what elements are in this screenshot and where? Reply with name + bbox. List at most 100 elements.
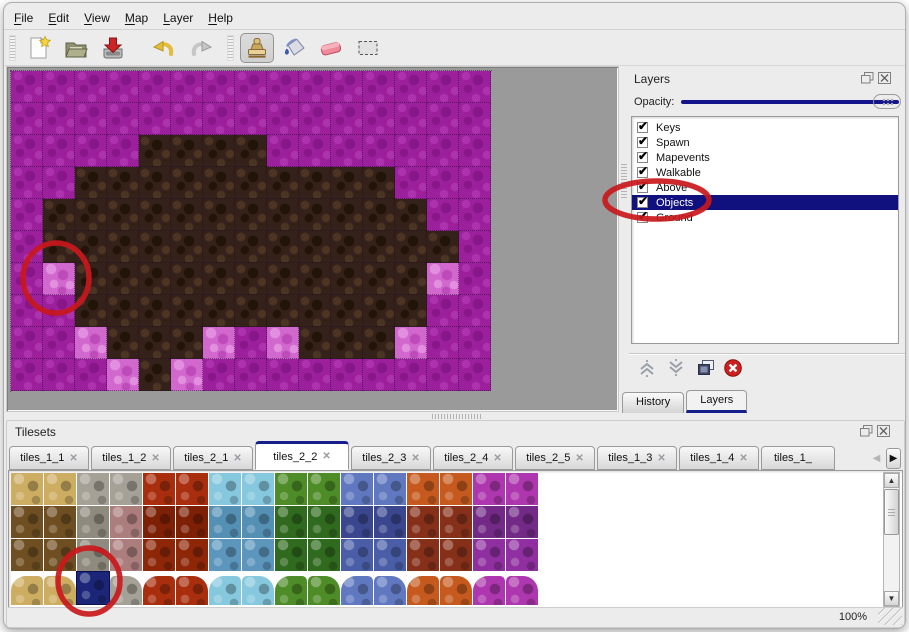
tileset-tab-tiles_2_3[interactable]: tiles_2_3✕ — [351, 446, 431, 470]
duplicate-layer-button[interactable] — [694, 358, 718, 378]
vertical-splitter[interactable] — [619, 66, 629, 412]
tileset-tile-iceblock[interactable] — [242, 506, 274, 538]
layer-visibility-checkbox[interactable]: ✔ — [637, 137, 648, 148]
tileset-tile-rock[interactable] — [77, 506, 109, 538]
close-panel-icon[interactable] — [876, 424, 890, 437]
tileset-tile-rock[interactable] — [77, 539, 109, 571]
tileset-tile-ice[interactable] — [242, 576, 274, 605]
tab-close-icon[interactable]: ✕ — [657, 453, 665, 464]
tab-close-icon[interactable]: ✕ — [322, 451, 330, 462]
tileset-tile-rose[interactable] — [110, 539, 142, 571]
tileset-tile-magenta[interactable] — [473, 473, 505, 505]
tileset-tile-darkred[interactable] — [407, 506, 439, 538]
menu-edit[interactable]: Edit — [48, 11, 69, 25]
tileset-tile-orange[interactable] — [407, 473, 439, 505]
layer-visibility-checkbox[interactable]: ✔ — [637, 212, 648, 223]
scroll-up-icon[interactable]: ▲ — [884, 473, 899, 488]
delete-layer-button[interactable] — [721, 358, 745, 378]
tileset-tile-ember[interactable] — [143, 539, 175, 571]
layer-row-spawn[interactable]: ✔Spawn — [632, 135, 898, 150]
tileset-tile-ice[interactable] — [242, 473, 274, 505]
opacity-slider-handle[interactable] — [873, 94, 901, 109]
menu-layer[interactable]: Layer — [163, 11, 193, 25]
scrollbar-thumb[interactable] — [884, 489, 899, 535]
layer-visibility-checkbox[interactable]: ✔ — [637, 152, 648, 163]
tileset-tile-sand[interactable] — [44, 576, 76, 605]
stamp-tool-button[interactable] — [240, 33, 274, 63]
tileset-tab-tiles_2_5[interactable]: tiles_2_5✕ — [515, 446, 595, 470]
scroll-down-icon[interactable]: ▼ — [884, 591, 899, 606]
tileset-tab-tiles_2_4[interactable]: tiles_2_4✕ — [433, 446, 513, 470]
layer-row-mapevents[interactable]: ✔Mapevents — [632, 150, 898, 165]
layer-visibility-checkbox[interactable]: ✔ — [637, 197, 648, 208]
layer-row-keys[interactable]: ✔Keys — [632, 120, 898, 135]
tileset-tile-crystal2[interactable] — [341, 539, 373, 571]
tab-close-icon[interactable]: ✕ — [739, 453, 747, 464]
tileset-tile-lava[interactable] — [176, 576, 208, 605]
tileset-tile-darkred[interactable] — [407, 539, 439, 571]
dock-tab-history[interactable]: History — [622, 392, 684, 413]
tileset-tile-icicle[interactable] — [209, 539, 241, 571]
tileset-tile-icicle[interactable] — [242, 539, 274, 571]
layer-visibility-checkbox[interactable]: ✔ — [637, 182, 648, 193]
undo-button[interactable] — [147, 33, 181, 63]
tileset-tile-magenta[interactable] — [506, 473, 538, 505]
tab-close-icon[interactable]: ✕ — [411, 453, 419, 464]
tileset-tile-vine[interactable] — [275, 576, 307, 605]
opacity-slider[interactable] — [681, 94, 901, 109]
tileset-tile-bark[interactable] — [11, 506, 43, 538]
float-panel-icon[interactable] — [859, 424, 873, 437]
tileset-tile-orange[interactable] — [440, 576, 472, 605]
new-map-button[interactable] — [22, 33, 56, 63]
tileset-tile-darkmagenta[interactable] — [506, 506, 538, 538]
tileset-tile-lava[interactable] — [143, 576, 175, 605]
toolbar-drag-handle[interactable] — [227, 35, 234, 61]
save-map-button[interactable] — [96, 33, 130, 63]
tileset-tab-tiles_2_2[interactable]: tiles_2_2✕ — [255, 441, 349, 470]
tileset-tile-iceblock[interactable] — [209, 506, 241, 538]
tileset-tile-ice[interactable] — [209, 473, 241, 505]
tileset-tile-darkvine[interactable] — [308, 506, 340, 538]
tileset-tile-stone[interactable] — [110, 576, 142, 605]
tileset-tile-bark[interactable] — [44, 539, 76, 571]
tileset-tab-tiles_1_4[interactable]: tiles_1_4✕ — [679, 446, 759, 470]
tileset-tile-crystal[interactable] — [341, 576, 373, 605]
tileset-tile-darkvine[interactable] — [275, 506, 307, 538]
raise-layer-button[interactable] — [635, 358, 659, 378]
tileset-scrollbar[interactable]: ▲ ▼ — [883, 472, 900, 607]
tileset-tile-crystal[interactable] — [374, 473, 406, 505]
tileset-tile-stone[interactable] — [110, 473, 142, 505]
tileset-tile-magcrystal[interactable] — [506, 539, 538, 571]
tileset-tab-tiles_2_1[interactable]: tiles_2_1✕ — [173, 446, 253, 470]
tileset-tile-darkvine[interactable] — [275, 539, 307, 571]
menu-help[interactable]: Help — [208, 11, 233, 25]
float-panel-icon[interactable] — [860, 71, 874, 84]
tileset-tile-sand[interactable] — [11, 473, 43, 505]
menu-file[interactable]: File — [14, 11, 33, 25]
tileset-tab-tiles_1_2[interactable]: tiles_1_2✕ — [91, 446, 171, 470]
tileset-tile-stone[interactable] — [77, 473, 109, 505]
tileset-tile-vine[interactable] — [308, 576, 340, 605]
tileset-tile-vine[interactable] — [308, 473, 340, 505]
scroll-tabs-right-icon[interactable]: ▶ — [886, 448, 901, 469]
tileset-tile-darkred[interactable] — [440, 506, 472, 538]
tileset-tile-darklava[interactable] — [143, 506, 175, 538]
tileset-tile-sand[interactable] — [11, 576, 43, 605]
open-map-button[interactable] — [59, 33, 93, 63]
dock-tab-layers[interactable]: Layers — [686, 390, 747, 413]
opacity-slider-track[interactable] — [681, 100, 899, 104]
tileset-tile-lava[interactable] — [176, 473, 208, 505]
tileset-tile-darkmagenta[interactable] — [473, 506, 505, 538]
tileset-tile-rose[interactable] — [110, 506, 142, 538]
tileset-tile-crystal2[interactable] — [374, 539, 406, 571]
tileset-tile-ember[interactable] — [176, 539, 208, 571]
menu-view[interactable]: View — [84, 11, 110, 25]
tab-close-icon[interactable]: ✕ — [233, 453, 241, 464]
tab-close-icon[interactable]: ✕ — [151, 453, 159, 464]
eraser-tool-button[interactable] — [314, 33, 348, 63]
tileset-tile-bark[interactable] — [44, 506, 76, 538]
layer-visibility-checkbox[interactable]: ✔ — [637, 122, 648, 133]
lower-layer-button[interactable] — [664, 358, 688, 378]
fill-tool-button[interactable] — [277, 33, 311, 63]
tileset-tile-orange[interactable] — [440, 473, 472, 505]
